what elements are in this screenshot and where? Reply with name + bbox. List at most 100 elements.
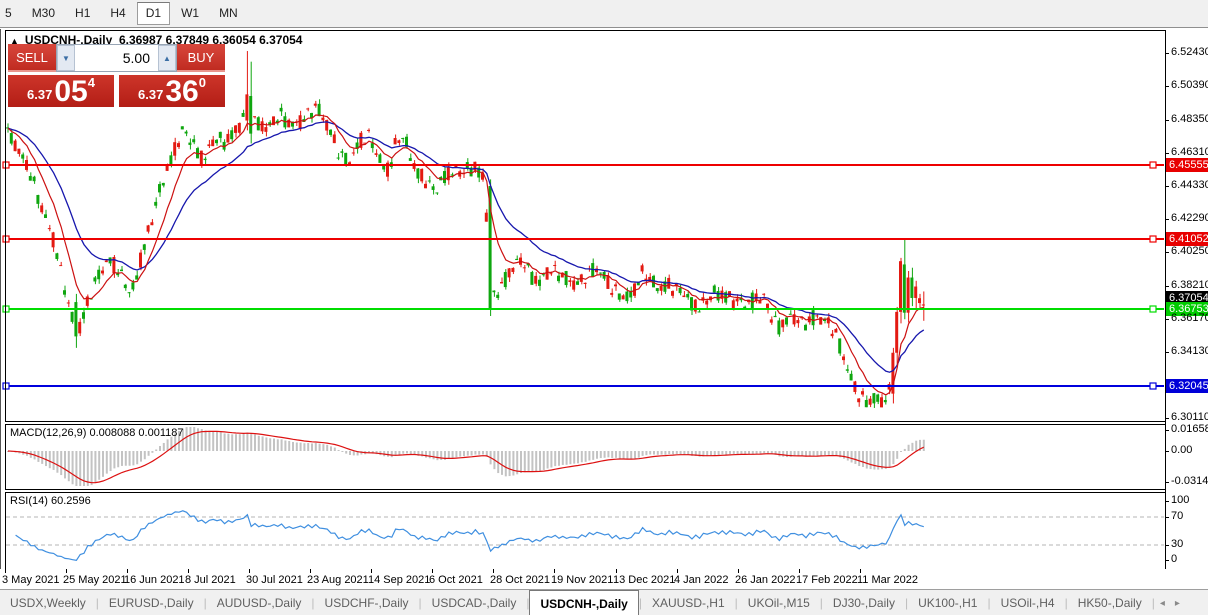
date-label: 3 May 2021	[2, 574, 60, 586]
sell-price-small: 6.37	[27, 87, 53, 102]
sell-price-big: 05	[54, 75, 88, 108]
date-label: 28 Oct 2021	[490, 574, 550, 586]
date-label: 19 Nov 2021	[551, 574, 614, 586]
timeframe-button-h1[interactable]: H1	[66, 2, 99, 25]
date-label: 25 May 2021	[63, 574, 127, 586]
price-badge-6-45555: 6.45555	[1166, 158, 1208, 172]
macd-indicator-label: MACD(12,26,9) 0.008088 0.001187	[10, 427, 184, 439]
axis-label: 0	[1171, 553, 1178, 565]
date-tick	[738, 569, 739, 573]
timeframe-button-5[interactable]: 5	[0, 2, 21, 25]
timeframe-button-d1[interactable]: D1	[136, 2, 171, 25]
date-tick	[799, 569, 800, 573]
axis-tick	[1165, 186, 1169, 187]
tab-hk50-daily[interactable]: HK50-,Daily	[1068, 590, 1152, 615]
tab-eurusd-daily[interactable]: EURUSD-,Daily	[99, 590, 204, 615]
rsi-series	[6, 510, 1164, 561]
trading-terminal-window: 5 M30 H1 H4 D1 W1 MN ▲ USDCNH-,Daily 6.36987 6.…	[0, 0, 1208, 615]
axis-label: 6.46310	[1171, 146, 1208, 158]
volume-decrease-button[interactable]: ▼	[57, 45, 75, 71]
buy-button[interactable]: BUY	[177, 44, 225, 72]
axis-tick	[1165, 53, 1169, 54]
date-tick	[493, 569, 494, 573]
axis-label: 30	[1171, 538, 1184, 550]
volume-stepper: ▼ 5.00 ▲	[56, 44, 177, 72]
buy-price-small: 6.37	[138, 87, 164, 102]
up-arrow-icon: ▲	[163, 53, 171, 63]
date-tick	[371, 569, 372, 573]
date-tick	[677, 569, 678, 573]
axis-tick	[1165, 430, 1169, 431]
axis-tick	[1165, 120, 1169, 121]
axis-tick	[1165, 560, 1169, 561]
tab-usdchf-daily[interactable]: USDCHF-,Daily	[315, 590, 419, 615]
volume-increase-button[interactable]: ▲	[158, 45, 176, 71]
window-left-edge	[0, 29, 1, 589]
axis-tick	[1165, 482, 1169, 483]
buy-price-big: 36	[165, 75, 199, 108]
timeframe-button-h4[interactable]: H4	[101, 2, 134, 25]
axis-label: 6.50390	[1171, 79, 1208, 91]
axis-label: 0.00	[1171, 444, 1193, 456]
tab-scroll-right-button[interactable]: ▸	[1170, 590, 1185, 615]
tab-audusd-daily[interactable]: AUDUSD-,Daily	[207, 590, 312, 615]
timeframe-button-w1[interactable]: W1	[172, 2, 208, 25]
price-badge-6-41052: 6.41052	[1166, 232, 1208, 246]
axis-tick	[1165, 219, 1169, 220]
date-label: 26 Jan 2022	[735, 574, 796, 586]
sell-price-display[interactable]: 6.37 05 4	[8, 75, 114, 107]
timeframe-button-mn[interactable]: MN	[210, 2, 247, 25]
timeframe-button-m30[interactable]: M30	[23, 2, 64, 25]
date-label: 6 Oct 2021	[429, 574, 483, 586]
axis-label: -0.031423	[1171, 475, 1208, 487]
date-tick	[66, 569, 67, 573]
axis-label: 6.48350	[1171, 113, 1208, 125]
rsi-indicator-label: RSI(14) 60.2596	[10, 495, 91, 507]
date-label: 14 Sep 2021	[368, 574, 431, 586]
axis-tick	[1165, 545, 1169, 546]
date-tick	[860, 569, 861, 573]
date-label: 4 Jan 2022	[674, 574, 729, 586]
axis-tick	[1165, 517, 1169, 518]
candlestick-chart-canvas[interactable]	[0, 29, 1208, 615]
axis-label: 6.34130	[1171, 345, 1208, 357]
tab-usdcnh-daily[interactable]: USDCNH-,Daily	[529, 590, 639, 615]
date-tick	[432, 569, 433, 573]
axis-label: 6.30110	[1171, 411, 1208, 423]
date-label: 16 Jun 2021	[124, 574, 185, 586]
tab-dj30-daily[interactable]: DJ30-,Daily	[823, 590, 905, 615]
axis-label: 100	[1171, 494, 1190, 506]
date-label: 17 Feb 2022	[796, 574, 858, 586]
tab-xauusd-h1[interactable]: XAUUSD-,H1	[642, 590, 735, 615]
down-arrow-icon: ▼	[62, 53, 70, 63]
chart-window: ▲ USDCNH-,Daily 6.36987 6.37849 6.36054 6…	[0, 29, 1208, 615]
date-tick	[310, 569, 311, 573]
sell-price-sup: 4	[87, 75, 95, 90]
date-label: 11 Mar 2022	[857, 574, 918, 586]
sell-button[interactable]: SELL	[8, 44, 56, 72]
date-tick	[5, 569, 6, 573]
date-label: 13 Dec 2021	[613, 574, 676, 586]
tab-usoil-h4[interactable]: USOil-,H4	[991, 590, 1065, 615]
tab-uk100-h1[interactable]: UK100-,H1	[908, 590, 987, 615]
axis-label: 6.36170	[1171, 312, 1208, 324]
timeframe-toolbar: 5 M30 H1 H4 D1 W1 MN	[0, 0, 1208, 28]
tab-usdcad-daily[interactable]: USDCAD-,Daily	[422, 590, 527, 615]
date-label: 23 Aug 2021	[307, 574, 369, 586]
date-label: 30 Jul 2021	[246, 574, 303, 586]
axis-tick	[1165, 501, 1169, 502]
axis-label: 6.42290	[1171, 212, 1208, 224]
buy-price-sup: 0	[198, 75, 206, 90]
tab-ukoil-m15[interactable]: UKOil-,M15	[738, 590, 820, 615]
date-tick	[127, 569, 128, 573]
buy-price-display[interactable]: 6.37 36 0	[119, 75, 225, 107]
axis-label: 6.44330	[1171, 179, 1208, 191]
volume-input[interactable]: 5.00	[75, 45, 158, 71]
tab-scroll-left-button[interactable]: ◂	[1155, 590, 1170, 615]
axis-label: 6.40250	[1171, 245, 1208, 257]
axis-tick	[1165, 286, 1169, 287]
date-axis: 3 May 2021 25 May 2021 16 Jun 2021 8 Jul 20…	[0, 569, 1208, 589]
date-tick	[616, 569, 617, 573]
tab-usdx-weekly[interactable]: USDX,Weekly	[0, 590, 96, 615]
axis-tick	[1165, 451, 1169, 452]
